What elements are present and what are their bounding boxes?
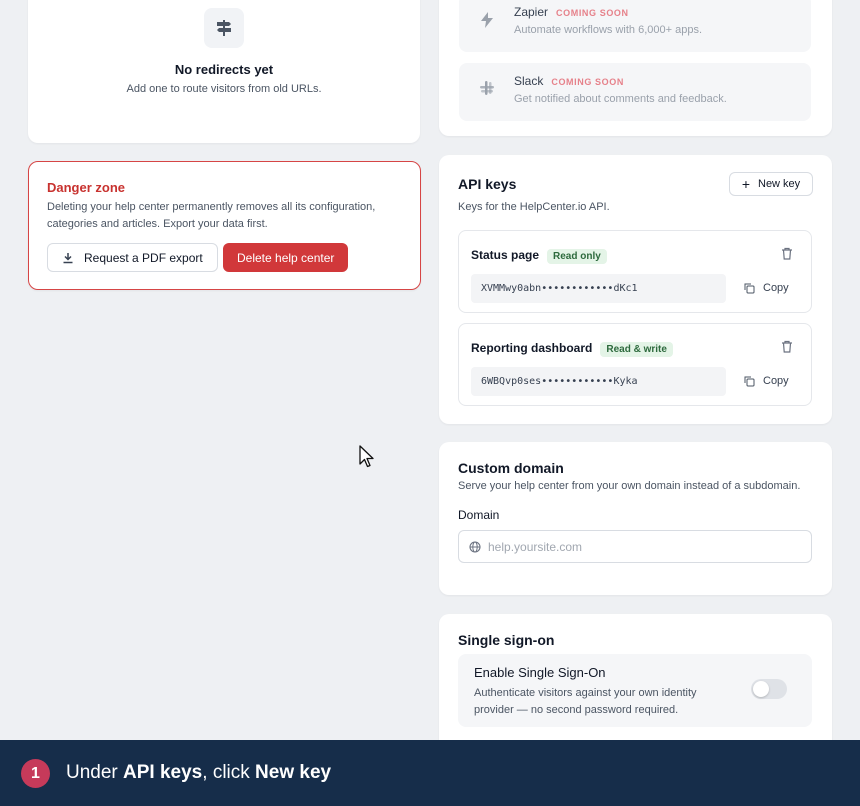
globe-icon: [469, 540, 481, 553]
download-icon: [63, 252, 73, 263]
copy-button[interactable]: Copy: [744, 282, 789, 294]
copy-icon: [744, 376, 755, 386]
copy-label: Copy: [763, 282, 789, 294]
sso-toggle[interactable]: [751, 679, 787, 699]
api-key-item: Reporting dashboard Read & write 6WBQvp0s…: [458, 323, 812, 406]
trash-icon[interactable]: [781, 247, 793, 261]
api-key-name: Reporting dashboard Read & write: [471, 341, 673, 357]
custom-domain-subtitle: Serve your help center from your own dom…: [458, 480, 801, 492]
request-pdf-export-label: Request a PDF export: [84, 250, 203, 265]
api-keys-subtitle: Keys for the HelpCenter.io API.: [458, 201, 610, 213]
instruction-section: API keys: [123, 762, 203, 783]
api-key-value: 6WBQvp0ses••••••••••••Kyka: [471, 367, 726, 396]
integration-row-slack: Slack COMING SOON Get notified about comm…: [459, 63, 811, 121]
bolt-icon: [479, 12, 495, 28]
integration-name: Zapier COMING SOON: [514, 5, 629, 19]
sso-option-description: Authenticate visitors against your own i…: [474, 687, 697, 716]
api-keys-card: API keys Keys for the HelpCenter.io API.…: [439, 155, 832, 424]
copy-icon: [744, 283, 755, 293]
request-pdf-export-button[interactable]: Request a PDF export: [47, 243, 218, 272]
new-key-button[interactable]: + New key: [729, 172, 813, 196]
api-key-item: Status page Read only XVMMwy0abn•••••••••…: [458, 230, 812, 313]
delete-help-center-button[interactable]: Delete help center: [223, 243, 349, 272]
single-sign-on-card: Single sign-on Enable Single Sign-On Aut…: [439, 614, 832, 754]
integration-name: Slack COMING SOON: [514, 74, 624, 88]
api-key-value: XVMMwy0abn••••••••••••dKc1: [471, 274, 726, 303]
integration-description: Get notified about comments and feedback…: [514, 93, 727, 105]
delete-help-center-label: Delete help center: [237, 250, 335, 265]
copy-label: Copy: [763, 375, 789, 387]
domain-field-label: Domain: [458, 508, 500, 522]
instruction-bar: 1 Under API keys, click New key: [0, 740, 860, 806]
instruction-text: Under API keys, click New key: [66, 762, 332, 783]
custom-domain-card: Custom domain Serve your help center fro…: [439, 442, 832, 595]
integration-row-zapier: Zapier COMING SOON Automate workflows wit…: [459, 0, 811, 52]
api-keys-title: API keys: [458, 176, 517, 192]
toggle-knob: [753, 681, 769, 697]
signpost-icon: [204, 8, 244, 48]
integrations-card: Zapier COMING SOON Automate workflows wit…: [439, 0, 832, 136]
integration-description: Automate workflows with 6,000+ apps.: [514, 24, 703, 36]
empty-state-subtitle: Add one to route visitors from old URLs.: [126, 83, 322, 95]
mouse-cursor-icon: [359, 445, 374, 468]
redirects-card: No redirects yet Add one to route visito…: [28, 0, 420, 143]
slack-icon: [479, 81, 495, 97]
danger-zone-description: Deleting your help center permanently re…: [47, 201, 376, 230]
danger-zone-title: Danger zone: [47, 180, 126, 195]
instruction-target: New key: [255, 762, 332, 783]
sso-option-title: Enable Single Sign-On: [474, 665, 606, 680]
custom-domain-title: Custom domain: [458, 460, 564, 476]
empty-state-title: No redirects yet: [174, 62, 274, 77]
domain-field[interactable]: [458, 530, 812, 563]
permission-badge: Read only: [547, 249, 607, 264]
step-number-badge: 1: [21, 759, 50, 788]
coming-soon-badge: COMING SOON: [556, 8, 629, 18]
domain-input[interactable]: [488, 539, 788, 554]
permission-badge: Read & write: [600, 342, 673, 357]
coming-soon-badge: COMING SOON: [551, 77, 624, 87]
sso-option: Enable Single Sign-On Authenticate visit…: [458, 654, 812, 727]
api-key-name: Status page Read only: [471, 248, 607, 264]
danger-zone-card: Danger zone Deleting your help center pe…: [28, 161, 421, 290]
trash-icon[interactable]: [781, 340, 793, 354]
copy-button[interactable]: Copy: [744, 375, 789, 387]
plus-icon: +: [741, 176, 750, 192]
new-key-label: New key: [758, 178, 801, 190]
sso-title: Single sign-on: [458, 632, 555, 648]
